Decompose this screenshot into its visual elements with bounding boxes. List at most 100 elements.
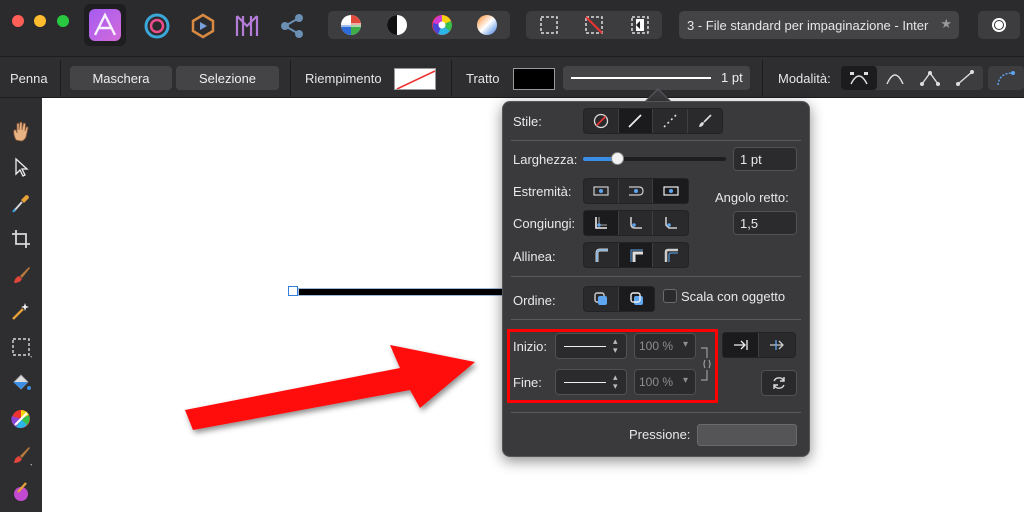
crop-tool-icon[interactable] bbox=[4, 224, 38, 254]
stroke-behind-fill-icon[interactable] bbox=[584, 287, 619, 311]
miter-value-field[interactable]: 1,5 bbox=[733, 211, 797, 235]
unsaved-star-icon: ★ bbox=[940, 16, 952, 31]
pen-path-icon bbox=[997, 71, 1015, 86]
zoom-window-button[interactable] bbox=[57, 15, 69, 27]
start-arrowhead-preview bbox=[564, 346, 606, 347]
paint-brush-tool-icon[interactable] bbox=[4, 260, 38, 290]
gradient-icon[interactable] bbox=[464, 11, 510, 39]
vector-brush-icon[interactable] bbox=[4, 440, 38, 470]
end-label: Fine: bbox=[513, 375, 542, 390]
end-scale-dropdown[interactable]: 100 % ▾ bbox=[634, 369, 696, 395]
width-value-field[interactable]: 1 pt bbox=[733, 147, 797, 171]
miter-join-icon[interactable] bbox=[584, 211, 619, 235]
fill-swatch[interactable] bbox=[394, 68, 436, 90]
start-label: Inizio: bbox=[513, 339, 547, 354]
polygon-mode-icon[interactable] bbox=[912, 66, 947, 90]
pressure-curve-button[interactable] bbox=[697, 424, 797, 446]
close-window-button[interactable] bbox=[12, 15, 24, 27]
joins-label: Congiungi: bbox=[513, 216, 576, 231]
end-scale-value: 100 % bbox=[639, 375, 674, 389]
stroke-width-dropdown[interactable]: 1 pt bbox=[563, 66, 750, 90]
arrowhead-position-segment bbox=[722, 332, 796, 358]
snap-pen-button[interactable] bbox=[988, 66, 1024, 90]
stroke-in-front-icon[interactable] bbox=[619, 287, 654, 311]
round-join-icon[interactable] bbox=[619, 211, 654, 235]
miter-label: Angolo retto: bbox=[715, 190, 789, 205]
chevron-down-icon: ▾ bbox=[683, 339, 689, 350]
arrow-at-end-icon[interactable] bbox=[759, 333, 795, 357]
scale-with-object-label: Scala con oggetto bbox=[681, 289, 786, 304]
hand-tool-icon[interactable] bbox=[4, 116, 38, 146]
smart-mode-icon[interactable] bbox=[877, 66, 912, 90]
share-icon[interactable] bbox=[278, 12, 306, 40]
brush-stroke-icon[interactable] bbox=[688, 109, 722, 133]
width-label: Larghezza: bbox=[513, 152, 578, 167]
context-toolbar: Penna Maschera Selezione Riempimento Tra… bbox=[0, 56, 1024, 98]
black-white-icon[interactable] bbox=[374, 11, 419, 39]
no-stroke-icon[interactable] bbox=[584, 109, 619, 133]
align-segment bbox=[583, 242, 689, 268]
gradient-tool-icon[interactable] bbox=[4, 476, 38, 506]
solid-line-icon[interactable] bbox=[618, 109, 653, 133]
color-tools-group bbox=[328, 11, 510, 39]
align-center-icon[interactable] bbox=[584, 243, 619, 267]
line-start-node[interactable] bbox=[288, 286, 298, 296]
photo-persona-icon[interactable] bbox=[189, 12, 217, 40]
deselect-icon[interactable] bbox=[571, 11, 617, 39]
mask-button[interactable]: Maschera bbox=[70, 66, 172, 90]
swap-arrowheads-button[interactable] bbox=[761, 370, 797, 396]
selected-line-shape[interactable] bbox=[298, 288, 508, 296]
start-scale-dropdown[interactable]: 100 % ▾ bbox=[634, 333, 696, 359]
tool-name-label: Penna bbox=[10, 71, 48, 86]
studio-toggle-button[interactable] bbox=[978, 11, 1020, 39]
chevron-down-icon: ▾ bbox=[683, 375, 689, 386]
end-arrowhead-preview bbox=[564, 382, 606, 383]
end-arrowhead-dropdown[interactable]: ▴ ▾ bbox=[555, 369, 627, 395]
arrow-beyond-end-icon[interactable] bbox=[723, 333, 759, 357]
color-wheel-icon[interactable] bbox=[419, 11, 464, 39]
magic-wand-icon[interactable] bbox=[4, 296, 38, 326]
joins-segment bbox=[583, 210, 689, 236]
line-mode-icon[interactable] bbox=[947, 66, 983, 90]
width-slider-track[interactable] bbox=[583, 152, 726, 165]
order-label: Ordine: bbox=[513, 293, 556, 308]
start-arrowhead-dropdown[interactable]: ▴ ▾ bbox=[555, 333, 627, 359]
align-outside-icon[interactable] bbox=[653, 243, 688, 267]
stroke-label: Tratto bbox=[466, 71, 500, 86]
document-tab[interactable]: 3 - File standard per impaginazione - In… bbox=[679, 11, 959, 39]
caps-label: Estremità: bbox=[513, 184, 572, 199]
link-scale-icon[interactable] bbox=[699, 346, 711, 382]
color-balance-icon[interactable] bbox=[328, 11, 374, 39]
fill-bucket-icon[interactable] bbox=[4, 368, 38, 398]
affinity-publisher-logo-icon[interactable] bbox=[84, 4, 126, 46]
color-wheel-tool-icon[interactable] bbox=[4, 404, 38, 434]
fill-label: Riempimento bbox=[305, 71, 382, 86]
select-all-icon[interactable] bbox=[526, 11, 571, 39]
style-label: Stile: bbox=[513, 114, 542, 129]
color-picker-icon[interactable] bbox=[4, 188, 38, 218]
square-cap-icon[interactable] bbox=[653, 179, 688, 203]
minimize-window-button[interactable] bbox=[34, 15, 46, 27]
width-slider-knob[interactable] bbox=[611, 152, 624, 165]
publisher-persona-icon[interactable] bbox=[233, 12, 261, 40]
bevel-join-icon[interactable] bbox=[653, 211, 688, 235]
align-label: Allinea: bbox=[513, 249, 556, 264]
pen-mode-icon[interactable] bbox=[841, 66, 877, 90]
stepper-arrows-icon: ▴ ▾ bbox=[613, 336, 618, 355]
selection-button[interactable]: Selezione bbox=[176, 66, 279, 90]
dashed-line-icon[interactable] bbox=[653, 109, 688, 133]
stroke-panel-popover: Stile: Larghezza: 1 pt Estremità: Angolo… bbox=[502, 101, 810, 457]
stroke-style-segment bbox=[583, 108, 723, 134]
app-top-toolbar: 3 - File standard per impaginazione - In… bbox=[0, 0, 1024, 56]
round-cap-icon[interactable] bbox=[619, 179, 654, 203]
stroke-swatch[interactable] bbox=[513, 68, 555, 90]
move-tool-icon[interactable] bbox=[4, 152, 38, 182]
no-fill-icon bbox=[396, 70, 435, 89]
align-inside-icon[interactable] bbox=[618, 243, 654, 267]
document-title: 3 - File standard per impaginazione - In… bbox=[687, 17, 929, 33]
scale-with-object-checkbox[interactable] bbox=[663, 289, 677, 303]
designer-persona-icon[interactable] bbox=[143, 12, 171, 40]
invert-selection-icon[interactable] bbox=[617, 11, 662, 39]
marquee-tool-icon[interactable] bbox=[4, 332, 38, 362]
butt-cap-icon[interactable] bbox=[584, 179, 619, 203]
